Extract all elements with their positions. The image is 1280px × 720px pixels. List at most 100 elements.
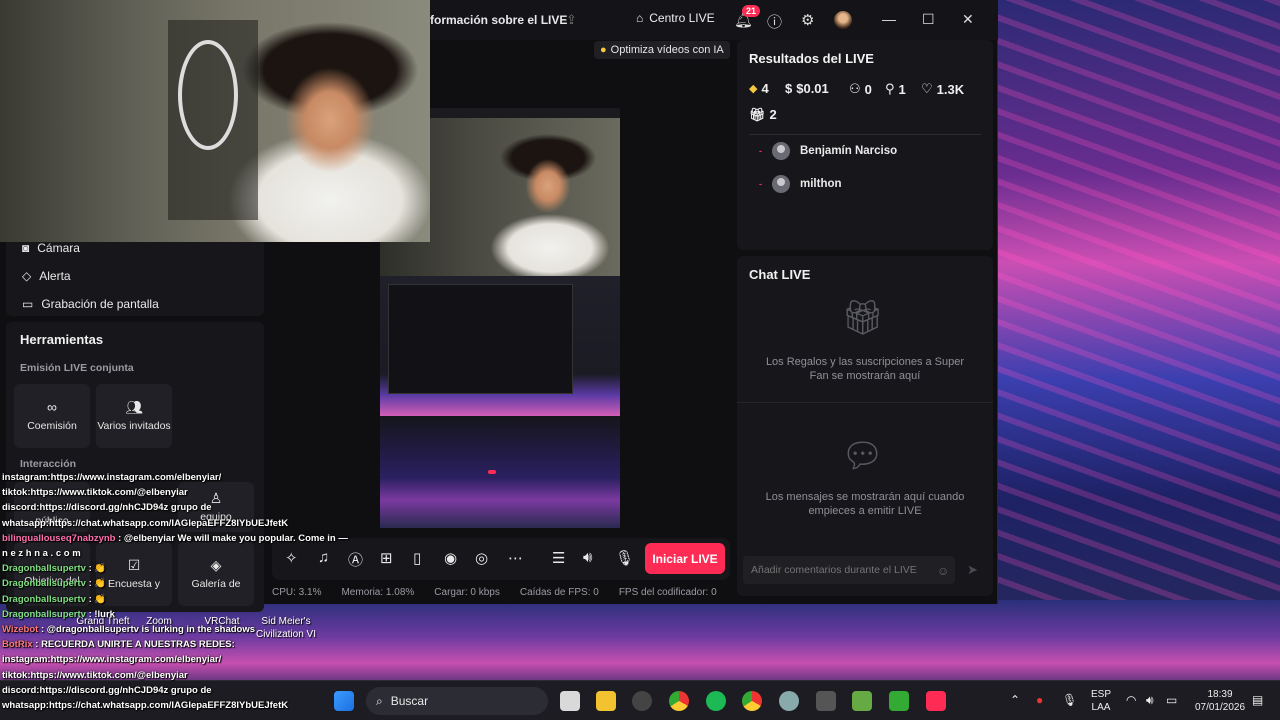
close-icon[interactable]: ✕	[962, 11, 974, 28]
source-label: Grabación de pantalla	[41, 297, 159, 311]
chat-overlay-line: Wizebot : @dragonballsupertv is lurking …	[2, 622, 422, 637]
viewer-name: milthon	[800, 178, 842, 190]
minimize-icon[interactable]: —	[882, 11, 896, 27]
volume-icon[interactable]: 🔊︎	[1146, 693, 1154, 708]
tool-label: Coemisión	[27, 420, 77, 433]
tiktok-live-icon[interactable]	[926, 691, 946, 711]
users-icon: 👥︎	[125, 399, 143, 416]
clock-date: 07/01/2026	[1194, 702, 1246, 713]
source-label: Alerta	[39, 269, 71, 283]
help-icon[interactable]: ⓘ	[767, 11, 782, 32]
chat-overlay-username: Dragonballsupertv	[2, 593, 86, 605]
viewer-row[interactable]: - milthon	[759, 175, 842, 193]
follower-icon: ⚲	[885, 81, 895, 96]
start-live-button[interactable]: Iniciar LIVE	[645, 543, 725, 574]
source-label: Cámara	[37, 241, 80, 255]
desktop-wallpaper	[998, 0, 1280, 690]
ai-optimize-chip[interactable]: ● Optimiza vídeos con IA	[594, 41, 730, 59]
camera-icon: ◙	[22, 241, 30, 255]
gear-icon[interactable]: ⚙	[801, 11, 814, 29]
chat-overlay-text: : @elbenyiar We will make you popular. C…	[115, 532, 348, 544]
chat-overlay-username: Wizebot	[2, 624, 39, 636]
monitor-icon: ▭	[22, 297, 34, 311]
microphone-icon[interactable]: 🎙︎	[615, 549, 634, 567]
diamond-icon: ◆	[749, 83, 758, 95]
rank-dash: -	[759, 146, 762, 156]
chat-overlay-line: Dragonballsupertv : !lurk	[2, 607, 422, 622]
viewers-metric: ⚇ 0	[849, 81, 872, 97]
record-icon[interactable]: ◉	[444, 549, 457, 567]
chat-overlay-text: instagram:https://www.instagram.com/elbe…	[2, 472, 222, 483]
share-icon[interactable]: ⇪	[566, 12, 577, 28]
send-icon[interactable]: ➤	[967, 562, 978, 578]
chat-overlay-line: whatsapp:https://chat.whatsapp.com/IAGle…	[2, 698, 422, 713]
gifts-metric: 🎁︎ 2	[749, 107, 777, 123]
link-icon: ∞	[47, 399, 57, 416]
chat-overlay-line: discord:https://discord.gg/nhCJD94z grup…	[2, 500, 422, 515]
avatar[interactable]	[834, 11, 852, 29]
chat-overlay-line: tiktok:https://www.tiktok.com/@elbenyiar	[2, 485, 422, 500]
microphone-icon[interactable]: 🎙︎	[1062, 693, 1077, 707]
viewers-value: 0	[864, 81, 872, 97]
settings-icon[interactable]	[779, 691, 799, 711]
centro-live-button[interactable]: ⌂ Centro LIVE	[636, 11, 715, 25]
viewer-row[interactable]: - Benjamín Narciso	[759, 142, 897, 160]
source-camera[interactable]: ◙ Cámara	[22, 241, 80, 255]
app-icon[interactable]	[816, 691, 836, 711]
source-alert[interactable]: ◇ Alerta	[22, 269, 71, 283]
messages-empty-message: Los mensajes se mostrarán aquí cuando em…	[765, 491, 965, 518]
chevron-up-icon[interactable]: ⌃	[1010, 693, 1020, 707]
source-screen-recording[interactable]: ▭ Grabación de pantalla	[22, 297, 159, 311]
diamonds-value: 4	[761, 81, 769, 96]
sliders-icon[interactable]: ☰	[552, 549, 565, 567]
chat-overlay-username: Dragonballsupertv	[2, 578, 86, 590]
preview-screen-capture	[380, 276, 620, 416]
multi-guest-button[interactable]: 👥︎ Varios invitados	[96, 384, 172, 448]
tools-title: Herramientas	[20, 332, 104, 347]
focus-icon[interactable]: ◎	[475, 549, 488, 567]
android-icon[interactable]	[889, 691, 909, 711]
maximize-icon[interactable]: ☐	[922, 11, 935, 28]
chrome-icon[interactable]	[669, 691, 689, 711]
chat-overlay-line: Dragonballsupertv : 👏	[2, 576, 422, 591]
rank-dash: -	[759, 179, 762, 189]
results-title: Resultados del LIVE	[749, 51, 874, 66]
encoder-fps-stat: FPS del codificador: 0	[618, 587, 717, 598]
followers-metric: ⚲ 1	[885, 81, 906, 97]
chrome-profile-icon[interactable]	[742, 691, 762, 711]
chat-overlay-text: : !lurk	[85, 608, 115, 620]
spotify-icon[interactable]	[706, 691, 726, 711]
fps-drop-stat: Caídas de FPS: 0	[519, 587, 599, 598]
money-metric: $ $0.01	[785, 81, 829, 96]
diamonds-metric: ◆ 4	[749, 81, 769, 96]
wifi-icon[interactable]: ◠	[1126, 693, 1136, 707]
window-title: formación sobre el LIVE	[430, 13, 568, 27]
tray-app-icon[interactable]: ●	[1036, 693, 1043, 707]
notification-icon[interactable]: ▤	[1252, 693, 1263, 707]
chat-overlay-text: whatsapp:https://chat.whatsapp.com/IAGle…	[2, 517, 289, 529]
preview-live-button	[488, 470, 496, 474]
speaker-icon[interactable]: 🔊︎	[583, 549, 592, 566]
minecraft-icon[interactable]	[852, 691, 872, 711]
file-explorer-icon[interactable]	[596, 691, 616, 711]
money-value: $0.01	[796, 81, 829, 96]
language-indicator[interactable]: ESP LAA	[1086, 688, 1116, 714]
emoji-icon[interactable]: ☺	[937, 564, 949, 578]
app-icon[interactable]	[632, 691, 652, 711]
likes-metric: ♡ 1.3K	[921, 81, 964, 97]
avatar	[772, 175, 790, 193]
battery-icon[interactable]: ▭	[1166, 693, 1177, 707]
chat-overlay-username: Dragonballsupertv	[2, 563, 86, 575]
chat-overlay-text: n e z h n a . c o m	[2, 548, 81, 560]
coemision-button[interactable]: ∞ Coemisión	[14, 384, 90, 448]
notification-badge: 21	[742, 5, 761, 17]
centro-live-label: Centro LIVE	[649, 11, 715, 25]
chat-comment-input[interactable]	[743, 556, 955, 584]
more-icon[interactable]: ⋯	[508, 549, 523, 567]
clock[interactable]: 18:39 07/01/2026	[1188, 688, 1252, 714]
avatar	[772, 142, 790, 160]
chat-title: Chat LIVE	[749, 267, 811, 282]
chat-overlay-line: instagram:https://www.instagram.com/elbe…	[2, 652, 422, 667]
task-view-icon[interactable]	[560, 691, 580, 711]
language-code: ESP	[1090, 689, 1111, 700]
